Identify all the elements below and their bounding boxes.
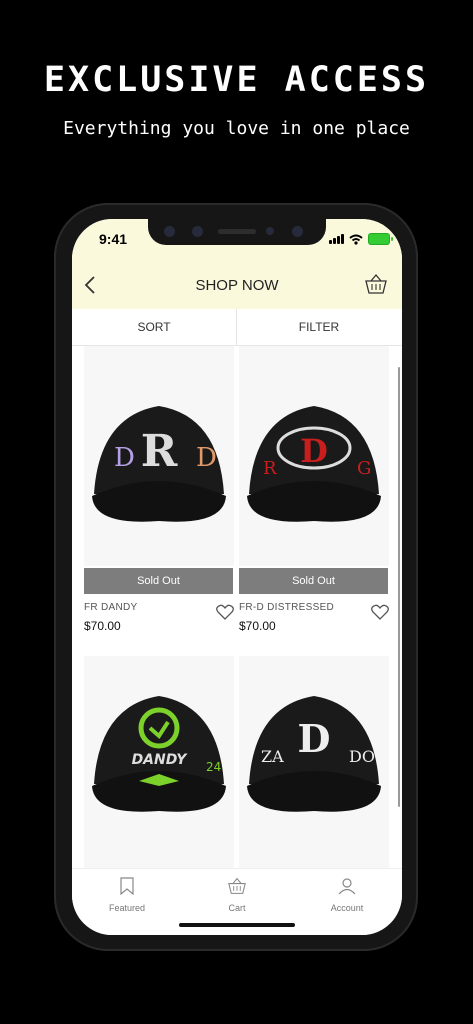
sort-filter-bar: SORT FILTER bbox=[72, 309, 402, 346]
camera-icon bbox=[164, 226, 175, 237]
product-image[interactable]: DANDY 24 bbox=[84, 656, 234, 868]
signal-icon bbox=[329, 234, 344, 244]
product-card[interactable]: R D D Sold Out FR DANDY $70.00 bbox=[84, 346, 234, 633]
tab-label: Cart bbox=[228, 903, 246, 913]
scrollbar[interactable] bbox=[398, 367, 400, 807]
sensor-icon bbox=[192, 226, 203, 237]
status-icons bbox=[329, 233, 393, 245]
product-card[interactable]: D ZA DO bbox=[239, 656, 389, 868]
filter-button[interactable]: FILTER bbox=[237, 309, 401, 345]
svg-text:24: 24 bbox=[206, 760, 221, 774]
product-name[interactable]: FR DANDY bbox=[84, 602, 234, 613]
sensor-dot-icon bbox=[266, 227, 274, 235]
promo-subline: Everything you love in one place bbox=[63, 118, 410, 139]
basket-icon bbox=[228, 877, 246, 894]
sold-out-button[interactable]: Sold Out bbox=[239, 568, 388, 594]
product-name[interactable]: FR-D DISTRESSED bbox=[239, 602, 389, 613]
tab-label: Featured bbox=[108, 903, 146, 913]
svg-text:ZA: ZA bbox=[261, 747, 284, 766]
status-bar: 9:41 bbox=[72, 219, 402, 263]
tab-featured[interactable]: Featured bbox=[72, 877, 182, 913]
cap-image: D R G bbox=[247, 406, 381, 522]
product-card[interactable]: DANDY 24 bbox=[84, 656, 234, 868]
cart-button[interactable] bbox=[364, 273, 388, 300]
sold-out-button[interactable]: Sold Out bbox=[84, 568, 233, 594]
product-price: $70.00 bbox=[239, 619, 276, 633]
heart-icon bbox=[216, 604, 234, 620]
svg-text:G: G bbox=[357, 458, 371, 479]
tab-account[interactable]: Account bbox=[292, 877, 402, 913]
svg-text:D: D bbox=[298, 716, 331, 761]
svg-text:R: R bbox=[141, 426, 178, 477]
product-image[interactable]: D R G bbox=[239, 346, 389, 566]
front-camera-icon bbox=[292, 226, 303, 237]
status-time: 9:41 bbox=[99, 231, 128, 247]
cap-image: DANDY 24 bbox=[92, 696, 226, 812]
product-price: $70.00 bbox=[84, 619, 121, 633]
phone-frame: 9:41 SHOP NOW SORT FILTER R D D Sold Out… bbox=[54, 203, 418, 951]
tab-label: Account bbox=[330, 903, 364, 913]
nav-bar: SHOP NOW bbox=[72, 263, 402, 309]
svg-text:D: D bbox=[114, 443, 135, 473]
product-card[interactable]: D R G Sold Out FR-D DISTRESSED $70.00 bbox=[239, 346, 389, 633]
bookmark-icon bbox=[120, 877, 134, 896]
svg-text:DO: DO bbox=[349, 747, 375, 766]
basket-icon bbox=[365, 273, 387, 294]
speaker-icon bbox=[218, 229, 256, 234]
page-title: SHOP NOW bbox=[195, 277, 279, 294]
svg-text:D: D bbox=[300, 432, 328, 470]
sort-button[interactable]: SORT bbox=[72, 309, 236, 345]
product-image[interactable]: D ZA DO bbox=[239, 656, 389, 868]
battery-icon bbox=[368, 233, 393, 245]
tab-cart[interactable]: Cart bbox=[182, 877, 292, 913]
heart-icon bbox=[371, 604, 389, 620]
cap-image: D ZA DO bbox=[247, 696, 381, 812]
svg-text:R: R bbox=[263, 458, 277, 479]
favorite-button[interactable] bbox=[371, 604, 389, 625]
promo-headline: EXCLUSIVE ACCESS bbox=[43, 60, 430, 100]
home-indicator[interactable] bbox=[179, 923, 295, 927]
favorite-button[interactable] bbox=[216, 604, 234, 625]
svg-text:DANDY: DANDY bbox=[132, 752, 189, 768]
notch bbox=[148, 219, 326, 245]
product-grid[interactable]: R D D Sold Out FR DANDY $70.00 D R G Sol… bbox=[72, 346, 402, 868]
product-image[interactable]: R D D bbox=[84, 346, 234, 566]
svg-text:D: D bbox=[196, 443, 217, 473]
user-icon bbox=[338, 878, 356, 895]
cap-image: R D D bbox=[92, 406, 226, 522]
phone-screen: 9:41 SHOP NOW SORT FILTER R D D Sold Out… bbox=[72, 219, 402, 935]
wifi-icon bbox=[349, 234, 363, 245]
